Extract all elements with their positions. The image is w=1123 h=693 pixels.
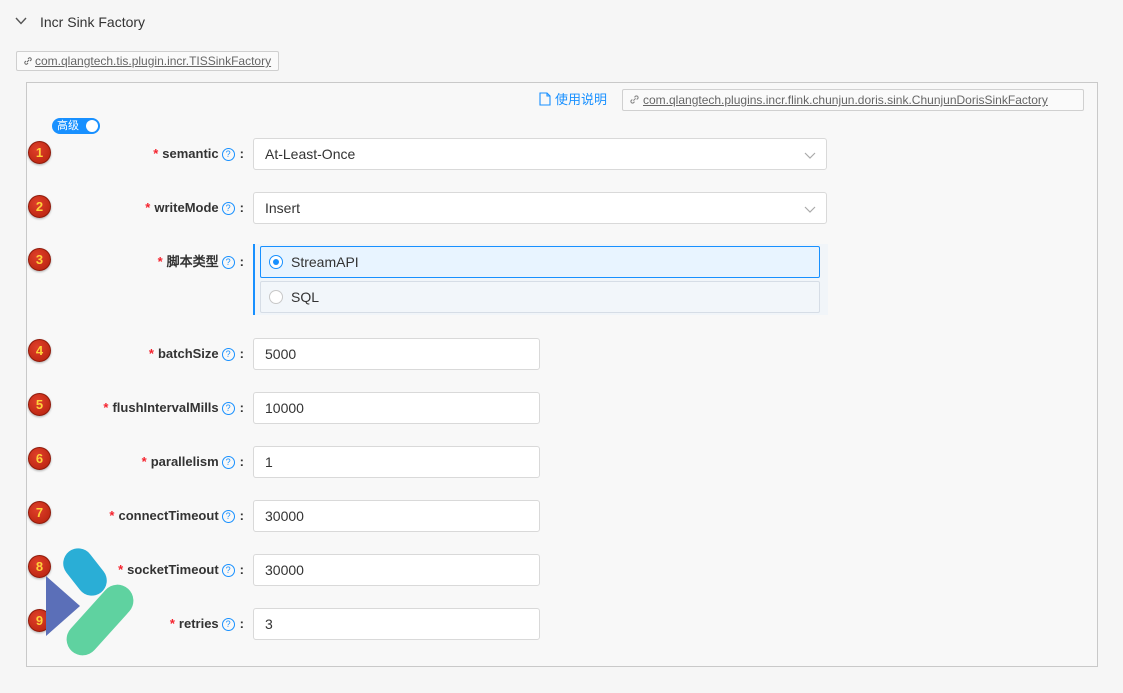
label-text: connectTimeout: [118, 508, 219, 523]
help-icon[interactable]: ?: [221, 510, 235, 523]
connect-timeout-input[interactable]: 30000: [253, 500, 540, 532]
semantic-label: * semantic?:: [60, 144, 244, 164]
toggle-knob: [86, 120, 98, 132]
retries-input[interactable]: 3: [253, 608, 540, 640]
link-icon: [24, 57, 32, 65]
label-colon: :: [239, 200, 244, 215]
select-arrow-icon: [804, 152, 816, 159]
label-colon: :: [239, 346, 244, 361]
label-colon: :: [239, 562, 244, 577]
help-icon[interactable]: ?: [221, 348, 235, 361]
advanced-toggle[interactable]: 高级: [52, 118, 100, 134]
batchsize-input[interactable]: 5000: [253, 338, 540, 370]
label-text: parallelism: [150, 454, 219, 469]
label-colon: :: [239, 454, 244, 469]
required-mark: *: [157, 254, 163, 269]
radio-label: SQL: [291, 289, 320, 305]
connect-timeout-label: * connectTimeout?:: [60, 506, 244, 526]
factory-class-tag[interactable]: com.qlangtech.tis.plugin.incr.TISSinkFac…: [16, 51, 280, 71]
factory-class-text: com.qlangtech.tis.plugin.incr.TISSinkFac…: [35, 54, 272, 68]
parallelism-label: * parallelism?:: [60, 452, 244, 472]
script-type-label: * 脚本类型?:: [60, 252, 244, 272]
radio-label: StreamAPI: [291, 254, 359, 270]
required-mark: *: [141, 454, 147, 469]
writemode-label: * writeMode?:: [60, 198, 244, 218]
required-mark: *: [169, 616, 175, 631]
link-icon: [630, 95, 639, 104]
label-text: flushIntervalMills: [112, 400, 219, 415]
semantic-select[interactable]: At-Least-Once: [253, 138, 827, 170]
usage-doc-text: 使用说明: [555, 92, 608, 107]
step-badge: 7: [28, 501, 51, 524]
writemode-select[interactable]: Insert: [253, 192, 827, 224]
select-arrow-icon: [804, 206, 816, 213]
step-badge: 3: [28, 248, 51, 271]
logo-icon: [46, 548, 134, 656]
label-colon: :: [239, 400, 244, 415]
label-colon: :: [239, 146, 244, 161]
label-text: writeMode: [154, 200, 219, 215]
help-icon[interactable]: ?: [221, 148, 235, 161]
step-badge: 2: [28, 195, 51, 218]
label-text: retries: [178, 616, 219, 631]
help-icon[interactable]: ?: [221, 564, 235, 577]
parallelism-input[interactable]: 1: [253, 446, 540, 478]
help-icon[interactable]: ?: [221, 618, 235, 631]
radio-option-sql[interactable]: SQL: [260, 281, 820, 313]
label-text: batchSize: [157, 346, 219, 361]
usage-doc-link[interactable]: 使用说明: [539, 90, 607, 110]
label-colon: :: [239, 508, 244, 523]
radio-button-checked[interactable]: [269, 255, 283, 269]
section-title: Incr Sink Factory: [40, 14, 146, 30]
label-colon: :: [239, 254, 244, 269]
batchsize-label: * batchSize?:: [60, 344, 244, 364]
required-mark: *: [109, 508, 115, 523]
help-icon[interactable]: ?: [221, 456, 235, 469]
help-icon[interactable]: ?: [221, 402, 235, 415]
impl-class-text: com.qlangtech.plugins.incr.flink.chunjun…: [643, 93, 1048, 107]
required-mark: *: [103, 400, 109, 415]
select-value: At-Least-Once: [265, 146, 356, 162]
socket-timeout-input[interactable]: 30000: [253, 554, 540, 586]
impl-class-tag[interactable]: com.qlangtech.plugins.incr.flink.chunjun…: [622, 89, 1084, 111]
script-type-radio-group: StreamAPI SQL: [253, 244, 828, 315]
step-badge: 5: [28, 393, 51, 416]
label-text: 脚本类型: [166, 254, 219, 269]
label-text: semantic: [162, 146, 219, 161]
flush-interval-label: * flushIntervalMills?:: [60, 398, 244, 418]
select-value: Insert: [265, 200, 301, 216]
help-icon[interactable]: ?: [221, 202, 235, 215]
step-badge: 6: [28, 447, 51, 470]
advanced-toggle-label: 高级: [57, 120, 79, 132]
required-mark: *: [148, 346, 154, 361]
label-colon: :: [239, 616, 244, 631]
radio-button[interactable]: [269, 290, 283, 304]
required-mark: *: [145, 200, 151, 215]
required-mark: *: [153, 146, 159, 161]
step-badge: 4: [28, 339, 51, 362]
section-header[interactable]: Incr Sink Factory: [0, 0, 1123, 44]
help-icon[interactable]: ?: [221, 256, 235, 269]
radio-option-streamapi[interactable]: StreamAPI: [260, 246, 820, 278]
chevron-down-icon[interactable]: [14, 14, 28, 28]
flush-interval-input[interactable]: 10000: [253, 392, 540, 424]
step-badge: 1: [28, 141, 51, 164]
document-icon: [539, 92, 551, 106]
label-text: socketTimeout: [127, 562, 219, 577]
